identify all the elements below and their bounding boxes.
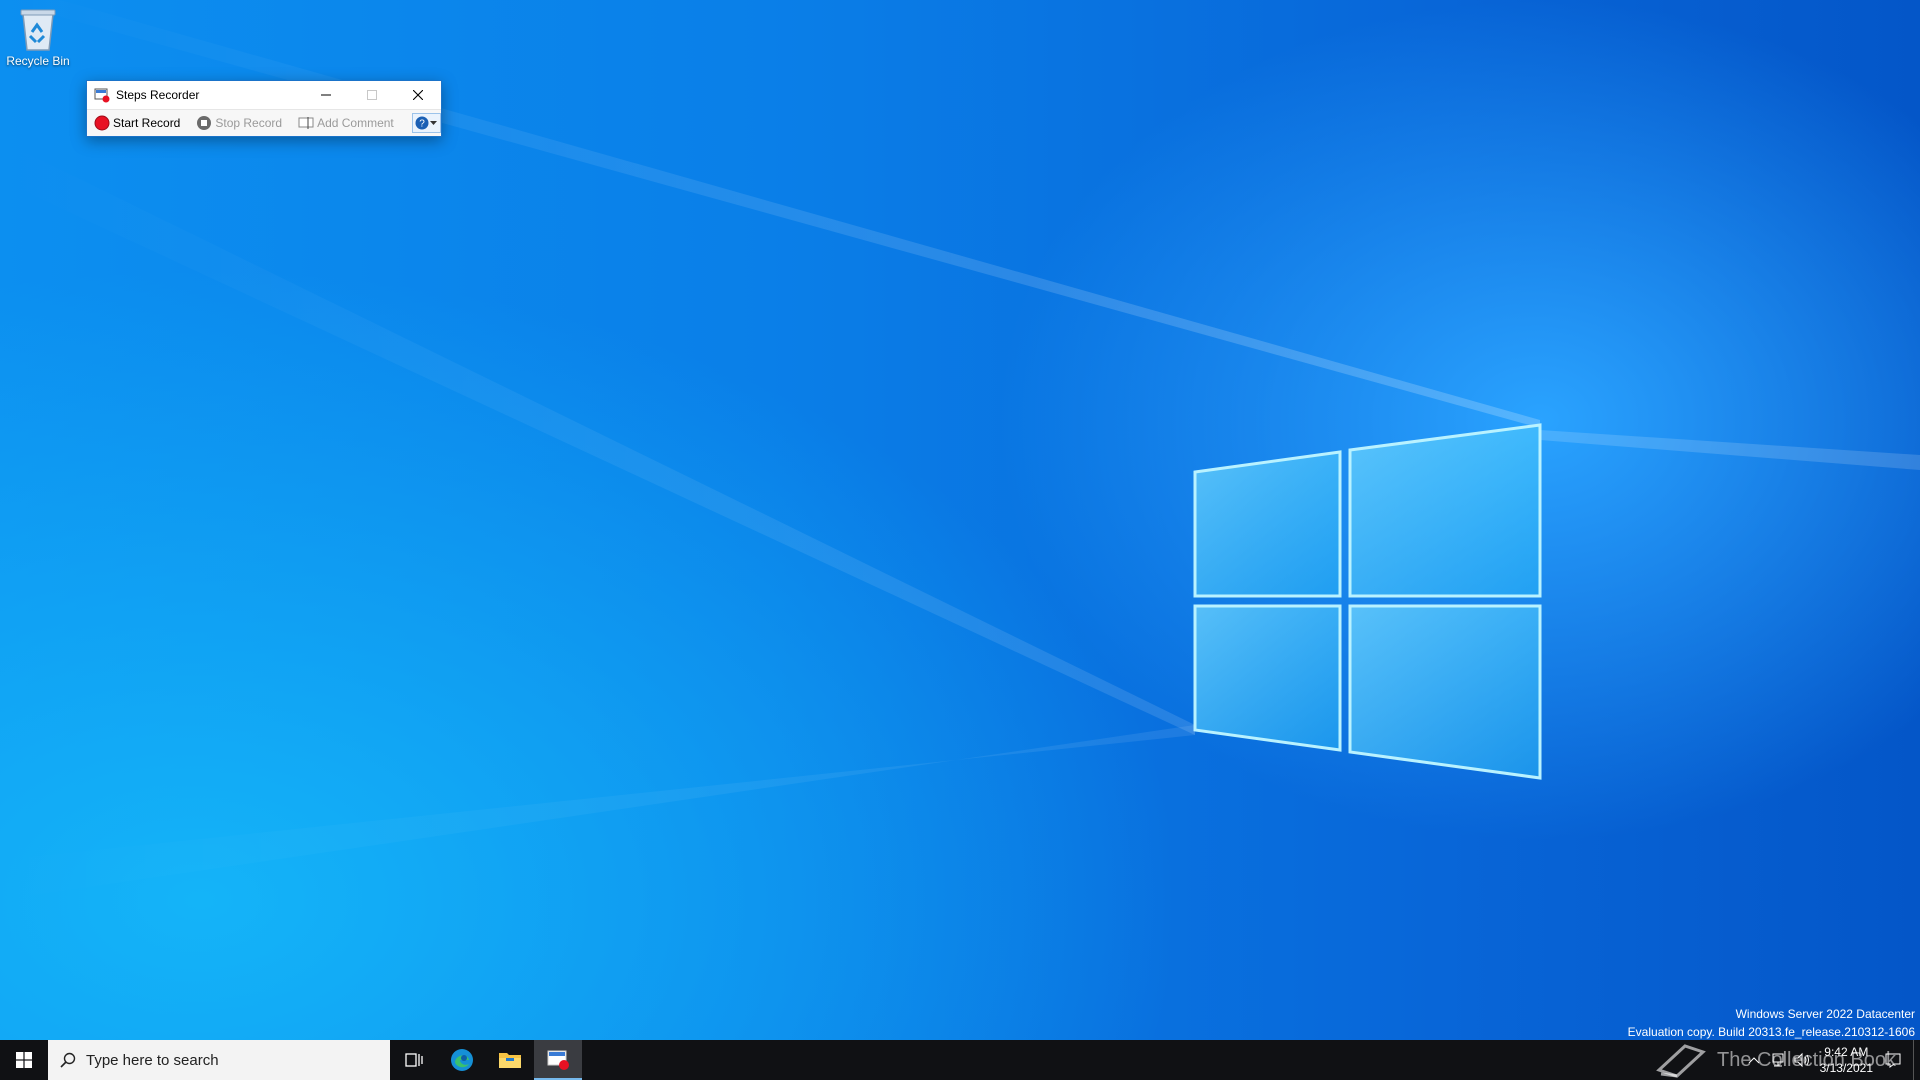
wallpaper — [0, 0, 1920, 900]
comment-icon — [298, 117, 314, 129]
action-center-button[interactable] — [1881, 1052, 1905, 1068]
record-icon — [94, 115, 110, 131]
clock-date: 3/13/2021 — [1819, 1061, 1873, 1075]
search-icon — [60, 1052, 76, 1068]
search-placeholder: Type here to search — [86, 1051, 219, 1069]
steps-recorder-icon — [547, 1050, 569, 1070]
volume-icon — [1794, 1052, 1809, 1068]
windows-start-icon — [16, 1052, 32, 1068]
file-explorer-taskbar-button[interactable] — [486, 1040, 534, 1080]
close-icon — [413, 90, 423, 100]
folder-icon — [499, 1053, 521, 1068]
watermark-build: Evaluation copy. Build 20313.fe_release.… — [1627, 1025, 1915, 1039]
stop-icon — [197, 116, 212, 130]
book-icon — [1656, 1044, 1706, 1078]
watermark-edition: Windows Server 2022 Datacenter — [1735, 1007, 1915, 1021]
taskbar-search-box[interactable]: Type here to search — [48, 1040, 390, 1080]
taskbar: Type here to search The Collection Book … — [0, 1040, 1920, 1080]
maximize-icon — [367, 90, 377, 100]
start-record-label: Start Record — [113, 116, 181, 130]
volume-tray-button[interactable] — [1790, 1052, 1814, 1068]
notification-icon — [1885, 1053, 1901, 1068]
window-title: Steps Recorder — [116, 88, 200, 102]
steps-recorder-icon — [94, 88, 110, 103]
help-icon: ? — [415, 116, 429, 130]
taskbar-clock[interactable]: 9:42 AM 3/13/2021 — [1820, 1044, 1873, 1076]
task-view-button[interactable] — [390, 1040, 438, 1080]
title-bar[interactable]: Steps Recorder — [87, 81, 441, 109]
chevron-down-icon — [429, 121, 437, 125]
system-tray: 9:42 AM 3/13/2021 — [1742, 1040, 1920, 1080]
toolbar: Start Record Stop Record Add Comment ? — [87, 109, 441, 136]
edge-icon — [451, 1049, 473, 1071]
add-comment-button[interactable]: Add Comment — [294, 112, 398, 134]
stop-record-button[interactable]: Stop Record — [192, 112, 286, 134]
desktop-icon-recycle-bin[interactable]: Recycle Bin — [2, 6, 74, 68]
edge-taskbar-button[interactable] — [438, 1040, 486, 1080]
svg-text:?: ? — [419, 119, 425, 130]
maximize-button — [349, 81, 395, 109]
close-button[interactable] — [395, 81, 441, 109]
add-comment-label: Add Comment — [317, 116, 394, 130]
network-icon — [1772, 1053, 1784, 1067]
show-hidden-icons-button[interactable] — [1742, 1056, 1766, 1064]
steps-recorder-window: Steps Recorder Start Record Stop Record … — [86, 80, 442, 137]
task-view-icon — [405, 1053, 423, 1067]
windows-logo — [1193, 423, 1542, 780]
desktop-icon-label: Recycle Bin — [6, 54, 70, 68]
recycle-bin-icon — [20, 9, 56, 51]
steps-recorder-taskbar-button[interactable] — [534, 1040, 582, 1080]
start-button[interactable] — [0, 1040, 48, 1080]
clock-time: 9:42 AM — [1824, 1045, 1869, 1059]
help-dropdown-button[interactable]: ? — [411, 113, 441, 133]
chevron-up-icon — [1748, 1057, 1759, 1064]
stop-record-label: Stop Record — [215, 116, 283, 130]
network-tray-button[interactable] — [1766, 1052, 1790, 1068]
minimize-button[interactable] — [303, 81, 349, 109]
start-record-button[interactable]: Start Record — [90, 112, 184, 134]
os-watermark: Windows Server 2022 Datacenter Evaluatio… — [1628, 1005, 1915, 1041]
minimize-icon — [321, 94, 331, 96]
show-desktop-button[interactable] — [1913, 1040, 1920, 1080]
